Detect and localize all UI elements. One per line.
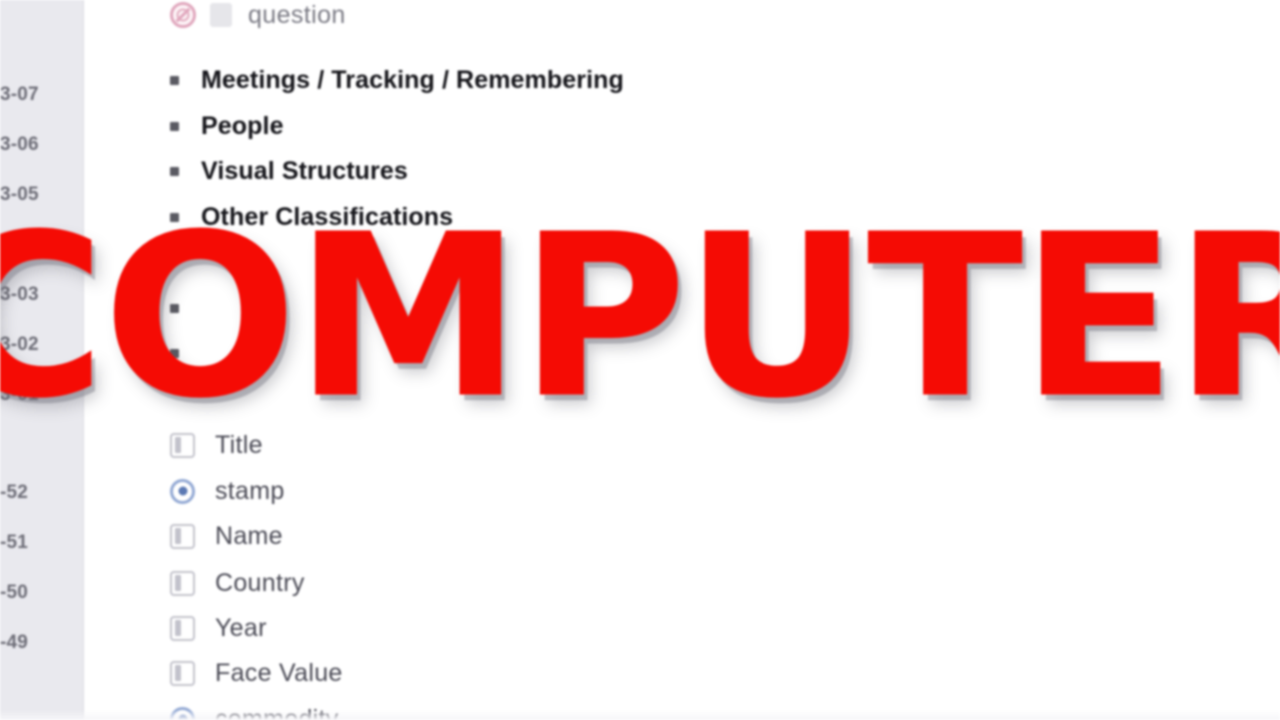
rail-item[interactable]: -50 — [0, 568, 84, 618]
rail-item[interactable]: 3-07 — [0, 70, 84, 120]
field-row-label: Title — [215, 430, 263, 459]
text-field-icon — [170, 660, 195, 686]
rail-item-label: 3-04 — [0, 234, 39, 255]
main-list-panel: question Meetings / Tracking / Rememberi… — [84, 0, 1280, 720]
screenshot-root: 3-07 3-06 3-05 3-04 3-03 3-02 3-01 -52 -… — [0, 0, 1280, 720]
field-row-obscured-a[interactable] — [170, 285, 201, 331]
group-row-label: Other Classifications — [201, 202, 454, 231]
square-bullet-icon — [170, 166, 179, 176]
field-row-country[interactable]: Country — [170, 560, 305, 606]
field-row-title[interactable]: Title — [170, 422, 263, 468]
field-row-label: Country — [215, 568, 305, 597]
square-bullet-icon — [170, 303, 179, 313]
text-field-icon — [170, 615, 195, 641]
rail-item[interactable]: 3-04 — [0, 220, 84, 270]
group-row-meetings[interactable]: Meetings / Tracking / Remembering — [170, 57, 624, 103]
rail-item-label: 3-01 — [0, 384, 39, 405]
radio-selected-icon[interactable] — [170, 478, 195, 504]
group-row-other-classifications[interactable]: Other Classifications — [170, 194, 453, 240]
field-row-label: Name — [215, 521, 283, 550]
field-row-label: stamp — [215, 476, 285, 505]
rail-item-label: -50 — [0, 582, 29, 603]
text-field-icon — [170, 523, 195, 549]
blocked-circle-icon[interactable] — [170, 2, 196, 28]
rail-item[interactable]: 3-05 — [0, 170, 84, 220]
group-row-label: Visual Structures — [201, 156, 408, 185]
rail-item-label: -49 — [0, 632, 29, 653]
field-row-name[interactable]: Name — [170, 513, 283, 559]
square-bullet-icon — [170, 75, 179, 85]
square-bullet-icon — [170, 212, 179, 222]
left-rail: 3-07 3-06 3-05 3-04 3-03 3-02 3-01 -52 -… — [0, 0, 84, 720]
field-row-year[interactable]: Year — [170, 605, 267, 651]
rail-item-label: 3-07 — [0, 84, 39, 105]
rail-item[interactable]: -51 — [0, 518, 84, 568]
field-row-stamp[interactable]: stamp — [170, 468, 285, 514]
rail-item-label: -51 — [0, 532, 29, 553]
rail-item-label: 3-02 — [0, 334, 39, 355]
rail-item-label: -52 — [0, 482, 29, 503]
rail-group-lower: -52 -51 -50 -49 — [0, 468, 84, 668]
rail-item[interactable]: -49 — [0, 618, 84, 668]
bottom-fade — [0, 710, 1280, 720]
rail-item[interactable]: -52 — [0, 468, 84, 518]
rail-item-label: 3-05 — [0, 184, 39, 205]
text-field-icon — [170, 570, 195, 596]
text-field-icon — [170, 432, 195, 458]
group-row-label: People — [201, 111, 284, 140]
group-row-label: Meetings / Tracking / Remembering — [201, 65, 624, 94]
square-bullet-icon — [170, 121, 179, 131]
field-row-obscured-b[interactable] — [170, 330, 201, 376]
square-bullet-icon — [170, 348, 179, 358]
rail-item[interactable]: 3-02 — [0, 320, 84, 370]
group-row-people[interactable]: People — [170, 103, 284, 149]
rail-item[interactable]: 3-01 — [0, 370, 84, 420]
rail-item[interactable]: 3-06 — [0, 120, 84, 170]
rail-item-label: 3-06 — [0, 134, 39, 155]
group-row-visual-structures[interactable]: Visual Structures — [170, 148, 408, 194]
list-item-question[interactable]: question — [170, 0, 346, 38]
field-row-label: Face Value — [215, 658, 343, 687]
rail-group-upper: 3-07 3-06 3-05 3-04 3-03 3-02 3-01 — [0, 70, 84, 420]
rail-item-label: 3-03 — [0, 284, 39, 305]
field-row-face-value[interactable]: Face Value — [170, 650, 343, 696]
rail-item[interactable]: 3-03 — [0, 270, 84, 320]
gray-chip-icon — [210, 3, 232, 27]
field-row-label: Year — [215, 613, 267, 642]
list-item-label: question — [248, 0, 346, 29]
